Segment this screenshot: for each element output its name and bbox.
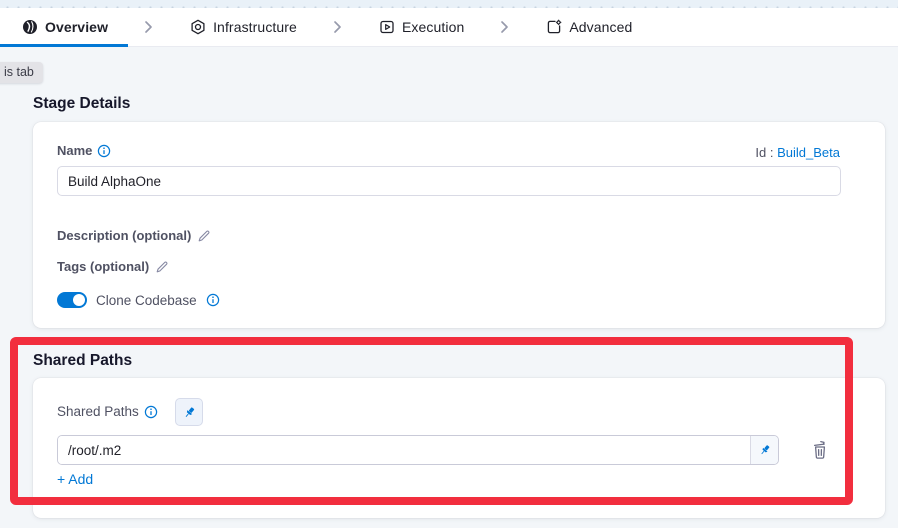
id-prefix-label: Id : — [755, 145, 773, 160]
tab-execution-label: Execution — [402, 19, 464, 35]
shared-paths-heading: Shared Paths — [33, 352, 132, 370]
tab-infrastructure-label: Infrastructure — [213, 19, 297, 35]
add-path-link[interactable]: + Add — [57, 471, 93, 487]
tab-overview-label: Overview — [45, 19, 108, 35]
tab-overview[interactable]: Overview — [22, 19, 108, 35]
active-tab-underline — [0, 44, 128, 47]
pipeline-canvas-strip — [0, 0, 898, 8]
shared-path-input[interactable] — [58, 436, 750, 464]
name-label: Name — [57, 143, 111, 158]
stage-id: Id : Build_Beta — [755, 145, 840, 160]
tab-advanced-label: Advanced — [569, 19, 632, 35]
stage-details-heading: Stage Details — [33, 95, 130, 113]
execution-icon — [379, 19, 395, 35]
chevron-right-icon — [499, 20, 511, 34]
infrastructure-icon — [190, 19, 206, 35]
chevron-right-icon — [143, 20, 155, 34]
tab-advanced[interactable]: Advanced — [546, 19, 632, 35]
edit-description-icon[interactable] — [197, 229, 211, 243]
clone-codebase-label: Clone Codebase — [96, 293, 197, 308]
stage-id-link[interactable]: Build_Beta — [777, 145, 840, 160]
stage-settings-screen: Overview Infrastructure Ex — [0, 0, 898, 528]
info-icon[interactable] — [97, 144, 111, 158]
info-icon[interactable] — [206, 293, 220, 307]
tooltip-chip: is tab — [0, 62, 43, 83]
chevron-right-icon — [332, 20, 344, 34]
delete-path-button[interactable] — [809, 438, 831, 462]
description-label: Description (optional) — [57, 228, 191, 243]
advanced-icon — [546, 19, 562, 35]
edit-tags-icon[interactable] — [155, 260, 169, 274]
clone-codebase-toggle[interactable] — [57, 292, 87, 308]
stage-details-card: Name Id : Build_Beta Description (option… — [33, 122, 885, 328]
stage-tabbar: Overview Infrastructure Ex — [0, 8, 898, 47]
shared-paths-card: Shared Paths — [33, 378, 885, 518]
pin-icon[interactable] — [750, 436, 778, 464]
pin-input-type-button[interactable] — [175, 398, 203, 426]
tab-infrastructure[interactable]: Infrastructure — [190, 19, 297, 35]
shared-paths-label: Shared Paths — [57, 404, 158, 419]
tab-execution[interactable]: Execution — [379, 19, 464, 35]
overview-icon — [22, 19, 38, 35]
info-icon[interactable] — [144, 405, 158, 419]
tags-label: Tags (optional) — [57, 259, 149, 274]
stage-name-input[interactable] — [57, 166, 841, 196]
shared-path-field — [57, 435, 779, 465]
